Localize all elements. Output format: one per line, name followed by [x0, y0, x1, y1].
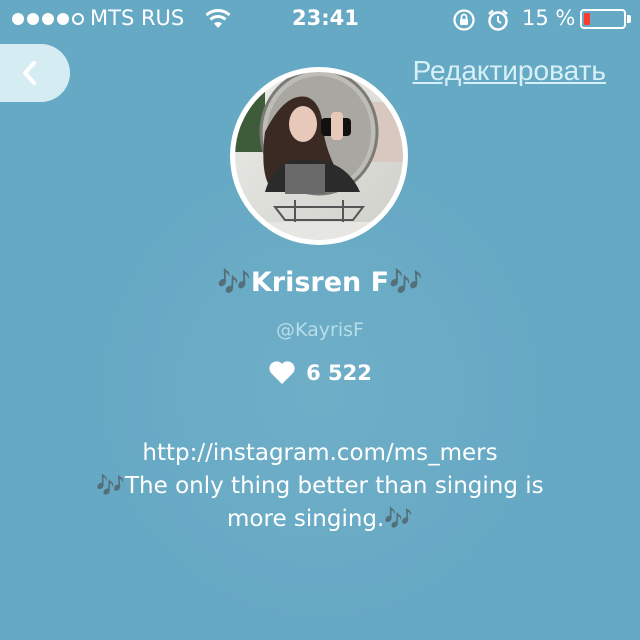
signal-strength-icon — [12, 13, 84, 25]
battery-tip — [627, 15, 631, 23]
display-name: 🎶Krisren F🎶 — [217, 267, 423, 298]
chevron-left-icon — [23, 61, 36, 85]
battery-percent: 15 % — [522, 6, 576, 30]
profile-bio: http://instagram.com/ms_mers 🎶The only t… — [40, 437, 600, 536]
username: @KayrisF — [276, 319, 364, 341]
back-button[interactable] — [0, 44, 70, 102]
battery-icon — [580, 9, 626, 29]
bio-link[interactable]: http://instagram.com/ms_mers — [40, 437, 600, 470]
clock: 23:41 — [292, 6, 359, 30]
bio-text-line: more singing.🎶 — [227, 506, 413, 532]
avatar[interactable] — [230, 67, 408, 245]
likes-counter: 6 522 — [0, 360, 640, 385]
rotation-lock-icon — [452, 8, 476, 37]
alarm-icon — [486, 8, 510, 37]
status-bar: MTS RUS 23:41 15 % — [0, 0, 640, 40]
carrier-name: MTS RUS — [90, 6, 185, 30]
profile-photo — [235, 72, 403, 240]
bio-text-line: 🎶The only thing better than singing is — [96, 473, 544, 499]
battery-level — [584, 13, 590, 25]
edit-profile-link[interactable]: Редактировать — [413, 55, 606, 87]
wifi-icon — [205, 8, 231, 35]
likes-count: 6 522 — [306, 360, 372, 385]
heart-icon — [269, 361, 295, 384]
